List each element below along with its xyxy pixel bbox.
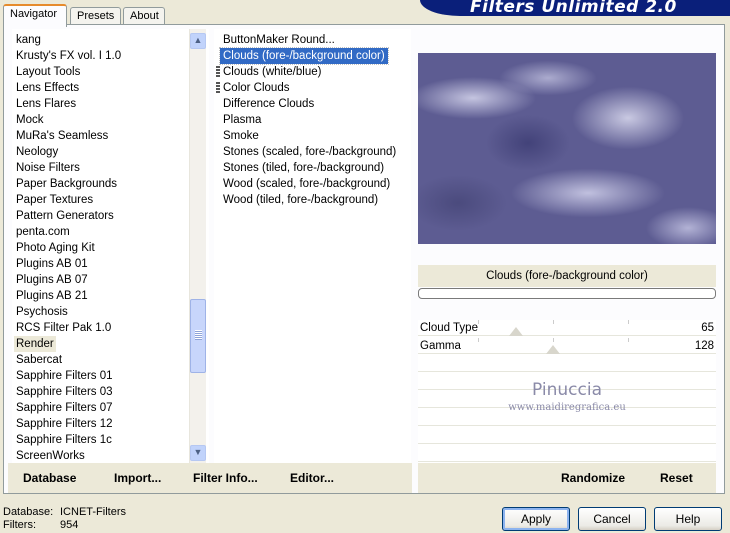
reset-button[interactable]: Reset	[660, 471, 693, 485]
parameter-panel: Cloud Type 65 Gamma 128 Pinuccia www.mai…	[418, 320, 716, 463]
status-info: Database: ICNET-Filters Filters: 954	[3, 506, 126, 532]
preview-image	[418, 53, 716, 244]
scroll-up-icon[interactable]: ▲	[190, 33, 206, 49]
category-item[interactable]: Paper Textures	[16, 192, 93, 208]
grip-icon	[195, 330, 202, 340]
category-item[interactable]: Render	[14, 336, 56, 352]
navigator-panel: kang Krusty's FX vol. I 1.0 Layout Tools Le…	[3, 24, 725, 494]
database-button[interactable]: Database	[23, 471, 76, 485]
slider-value: 65	[701, 322, 714, 334]
slider-thumb[interactable]	[509, 327, 524, 336]
slider-cloud-type[interactable]: Cloud Type 65	[418, 320, 716, 336]
empty-row	[418, 446, 716, 462]
category-item[interactable]: ScreenWorks	[16, 448, 85, 463]
slider-thumb[interactable]	[546, 345, 561, 354]
filter-list[interactable]: ButtonMaker Round... Clouds (fore-/backgr…	[214, 29, 411, 463]
watermark-url: www.maidiregrafica.eu	[508, 402, 626, 413]
category-item[interactable]: Sabercat	[16, 352, 62, 368]
category-item[interactable]: Photo Aging Kit	[16, 240, 95, 256]
app-banner: Filters Unlimited 2.0	[420, 0, 730, 17]
scroll-down-icon[interactable]: ▼	[190, 445, 206, 461]
filter-item[interactable]: Color Clouds	[223, 80, 289, 96]
selected-filter-name: Clouds (fore-/background color)	[418, 265, 716, 287]
category-item[interactable]: Krusty's FX vol. I 1.0	[16, 48, 121, 64]
progress-bar	[418, 288, 716, 299]
editor-button[interactable]: Editor...	[290, 471, 334, 485]
slider-track[interactable]	[478, 320, 643, 336]
slider-value: 128	[694, 340, 714, 352]
filter-item[interactable]: Wood (scaled, fore-/background)	[223, 176, 390, 192]
filter-item[interactable]: Difference Clouds	[223, 96, 314, 112]
marker-icon	[216, 82, 220, 93]
category-item[interactable]: Neology	[16, 144, 58, 160]
import-button[interactable]: Import...	[114, 471, 161, 485]
tab-navigator[interactable]: Navigator	[3, 4, 67, 27]
apply-button[interactable]: Apply	[502, 507, 570, 531]
filter-item[interactable]: ButtonMaker Round...	[223, 32, 335, 48]
category-item[interactable]: Sapphire Filters 01	[16, 368, 113, 384]
category-item[interactable]: Psychosis	[16, 304, 68, 320]
category-item[interactable]: Sapphire Filters 1c	[16, 432, 112, 448]
filter-item[interactable]: Wood (tiled, fore-/background)	[223, 192, 378, 208]
category-item[interactable]: Lens Effects	[16, 80, 79, 96]
slider-gamma[interactable]: Gamma 128	[418, 338, 716, 354]
category-item[interactable]: Sapphire Filters 12	[16, 416, 113, 432]
filter-item[interactable]: Stones (tiled, fore-/background)	[223, 160, 384, 176]
database-value: ICNET-Filters	[60, 506, 126, 518]
command-bar-right: Randomize Reset	[418, 463, 716, 493]
category-list[interactable]: kang Krusty's FX vol. I 1.0 Layout Tools Le…	[12, 29, 209, 463]
category-item[interactable]: Lens Flares	[16, 96, 76, 112]
category-item[interactable]: Plugins AB 01	[16, 256, 88, 272]
help-button[interactable]: Help	[654, 507, 722, 531]
watermark-title: Pinuccia	[532, 380, 602, 400]
filter-item[interactable]: Clouds (white/blue)	[223, 64, 321, 80]
filters-count: 954	[60, 519, 79, 531]
category-item[interactable]: Plugins AB 07	[16, 272, 88, 288]
category-scrollbar[interactable]: ▲ ▼	[189, 29, 206, 463]
category-item[interactable]: Sapphire Filters 07	[16, 400, 113, 416]
category-item[interactable]: Sapphire Filters 03	[16, 384, 113, 400]
category-item[interactable]: Pattern Generators	[16, 208, 114, 224]
database-label: Database:	[3, 506, 54, 518]
scroll-thumb[interactable]	[190, 299, 206, 373]
category-item[interactable]: Plugins AB 21	[16, 288, 88, 304]
category-item[interactable]: penta.com	[16, 224, 70, 240]
filter-info-button[interactable]: Filter Info...	[193, 471, 258, 485]
filter-item[interactable]: Stones (scaled, fore-/background)	[223, 144, 396, 160]
cancel-button[interactable]: Cancel	[578, 507, 646, 531]
category-item[interactable]: Layout Tools	[16, 64, 80, 80]
command-bar-left: Database Import... Filter Info... Editor…	[8, 463, 412, 493]
filter-item[interactable]: Smoke	[223, 128, 259, 144]
category-item[interactable]: Paper Backgrounds	[16, 176, 117, 192]
category-item[interactable]: RCS Filter Pak 1.0	[16, 320, 111, 336]
empty-row	[418, 356, 716, 372]
category-item[interactable]: MuRa's Seamless	[16, 128, 108, 144]
marker-icon	[216, 66, 220, 77]
category-item[interactable]: Noise Filters	[16, 160, 80, 176]
filter-item[interactable]: Plasma	[223, 112, 261, 128]
randomize-button[interactable]: Randomize	[561, 471, 625, 485]
filter-item[interactable]: Clouds (fore-/background color)	[219, 47, 389, 65]
app-title: Filters Unlimited 2.0	[470, 0, 677, 17]
slider-label: Cloud Type	[420, 322, 478, 334]
slider-label: Gamma	[420, 340, 461, 352]
slider-track[interactable]	[478, 338, 643, 354]
category-item[interactable]: Mock	[16, 112, 43, 128]
filters-label: Filters:	[3, 519, 36, 531]
category-item[interactable]: kang	[16, 32, 41, 48]
empty-row	[418, 428, 716, 444]
